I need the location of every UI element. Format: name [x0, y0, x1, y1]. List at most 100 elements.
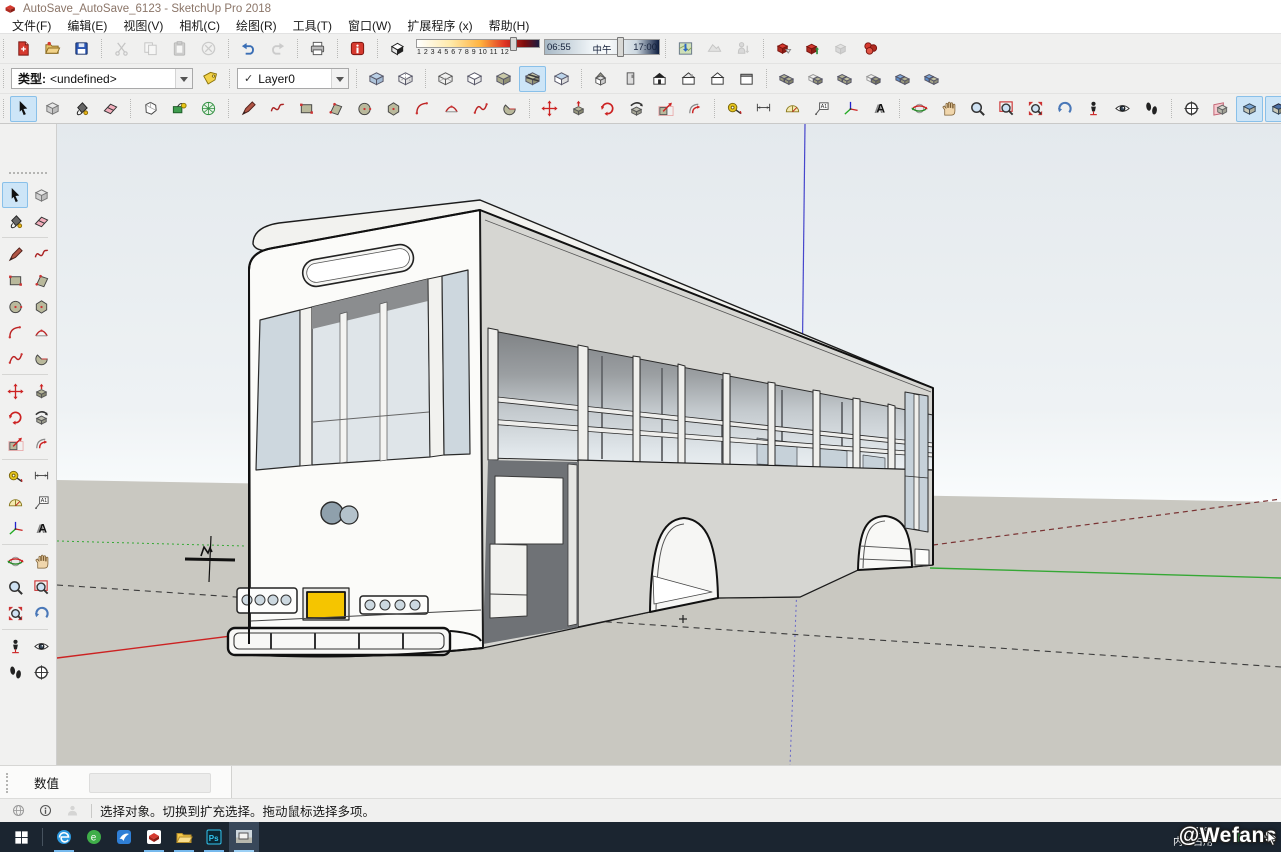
menu-item-5[interactable]: 工具(T)	[285, 17, 340, 34]
front-view-button[interactable]	[646, 66, 673, 92]
layer-combo[interactable]: ✓ Layer0	[237, 68, 349, 89]
get-models-button[interactable]	[770, 36, 797, 62]
position-camera-button[interactable]	[2, 633, 28, 659]
measurement-input[interactable]	[89, 773, 211, 793]
protractor-button[interactable]	[2, 489, 28, 515]
push-pull-button[interactable]	[565, 96, 592, 122]
three-point-arc-button[interactable]	[467, 96, 494, 122]
tray-green-icon[interactable]	[1228, 828, 1246, 846]
menu-item-6[interactable]: 窗口(W)	[340, 17, 399, 34]
dimension-button[interactable]	[28, 463, 54, 489]
paint-bucket-button[interactable]	[2, 208, 28, 234]
two-point-arc-button[interactable]	[28, 319, 54, 345]
print-button[interactable]	[304, 36, 331, 62]
pan-button[interactable]	[935, 96, 962, 122]
menu-item-8[interactable]: 帮助(H)	[481, 17, 538, 34]
delete-button[interactable]	[195, 36, 222, 62]
offset-button[interactable]	[28, 430, 54, 456]
plugin-blob-button[interactable]	[137, 96, 164, 122]
sketchup-taskbar-button[interactable]	[139, 822, 169, 852]
photoshop-taskbar-button[interactable]: Ps	[199, 822, 229, 852]
rotate-button[interactable]	[594, 96, 621, 122]
freehand-button[interactable]	[264, 96, 291, 122]
dimension-button[interactable]	[750, 96, 777, 122]
polygon-button[interactable]	[28, 293, 54, 319]
tape-measure-button[interactable]	[2, 463, 28, 489]
scale-button[interactable]	[2, 430, 28, 456]
arc-button[interactable]	[409, 96, 436, 122]
add-location-button[interactable]	[672, 36, 699, 62]
share-component-button[interactable]	[828, 36, 855, 62]
zoom-extents-button[interactable]	[1022, 96, 1049, 122]
save-file-button[interactable]	[68, 36, 95, 62]
intersect-button[interactable]	[802, 66, 829, 92]
select-button[interactable]	[2, 182, 28, 208]
make-component-button[interactable]	[39, 96, 66, 122]
wireframe-button[interactable]	[432, 66, 459, 92]
outer-shell-button[interactable]	[773, 66, 800, 92]
pie-button[interactable]	[28, 345, 54, 371]
walk-button[interactable]	[2, 659, 28, 685]
pan-button[interactable]	[28, 548, 54, 574]
paste-button[interactable]	[166, 36, 193, 62]
circle-button[interactable]	[351, 96, 378, 122]
internet-explorer-taskbar-button[interactable]	[49, 822, 79, 852]
menu-item-2[interactable]: 视图(V)	[115, 17, 171, 34]
redo-button[interactable]	[264, 36, 291, 62]
rectangle-button[interactable]	[2, 267, 28, 293]
previous-button[interactable]	[28, 600, 54, 626]
text-button[interactable]: A1	[28, 489, 54, 515]
section-plane-button[interactable]	[28, 659, 54, 685]
move-button[interactable]	[2, 378, 28, 404]
text-button[interactable]: A1	[808, 96, 835, 122]
plugin-drape-button[interactable]	[166, 96, 193, 122]
axes-button[interactable]	[2, 515, 28, 541]
3d-text-button[interactable]: AA	[28, 515, 54, 541]
freehand-button[interactable]	[28, 241, 54, 267]
follow-me-button[interactable]	[623, 96, 650, 122]
time-slider-handle[interactable]	[617, 37, 624, 57]
top-view-button[interactable]	[617, 66, 644, 92]
scale-button[interactable]	[652, 96, 679, 122]
viewport-canvas[interactable]	[57, 124, 1281, 765]
three-point-arc-button[interactable]	[2, 345, 28, 371]
claim-credit-icon[interactable]	[36, 802, 54, 820]
arc-button[interactable]	[2, 319, 28, 345]
menu-item-7[interactable]: 扩展程序 (x)	[399, 17, 480, 34]
select-button[interactable]	[10, 96, 37, 122]
left-view-button[interactable]	[733, 66, 760, 92]
previous-button[interactable]	[1051, 96, 1078, 122]
undo-button[interactable]	[235, 36, 262, 62]
subtract-button[interactable]	[860, 66, 887, 92]
follow-me-button[interactable]	[28, 404, 54, 430]
model-info-button[interactable]	[344, 36, 371, 62]
shadow-toggle-button[interactable]	[384, 36, 411, 62]
rotate-button[interactable]	[2, 404, 28, 430]
orbit-button[interactable]	[2, 548, 28, 574]
rotated-rectangle-button[interactable]	[28, 267, 54, 293]
hidden-line-button[interactable]	[461, 66, 488, 92]
open-file-button[interactable]	[39, 36, 66, 62]
section-plane-button[interactable]	[1178, 96, 1205, 122]
classification-type-combo[interactable]: 类型: <undefined>	[11, 68, 193, 89]
menu-item-3[interactable]: 相机(C)	[171, 17, 228, 34]
sign-in-icon[interactable]	[63, 802, 81, 820]
two-point-arc-button[interactable]	[438, 96, 465, 122]
make-component-button[interactable]	[28, 182, 54, 208]
zoom-extents-button[interactable]	[2, 600, 28, 626]
split-button[interactable]	[918, 66, 945, 92]
move-button[interactable]	[536, 96, 563, 122]
paint-bucket-button[interactable]	[68, 96, 95, 122]
trim-button[interactable]	[889, 66, 916, 92]
display-section-fill-button[interactable]	[1265, 96, 1281, 122]
toggle-terrain-button[interactable]	[701, 36, 728, 62]
shaded-with-textures-button[interactable]	[519, 66, 546, 92]
extension-warehouse-button[interactable]	[857, 36, 884, 62]
plugin-mesh-button[interactable]	[195, 96, 222, 122]
walk-button[interactable]	[1138, 96, 1165, 122]
share-model-button[interactable]	[799, 36, 826, 62]
union-button[interactable]	[831, 66, 858, 92]
combo-dropdown-arrow-icon[interactable]	[331, 69, 348, 88]
start-button[interactable]	[0, 822, 42, 852]
circle-button[interactable]	[2, 293, 28, 319]
